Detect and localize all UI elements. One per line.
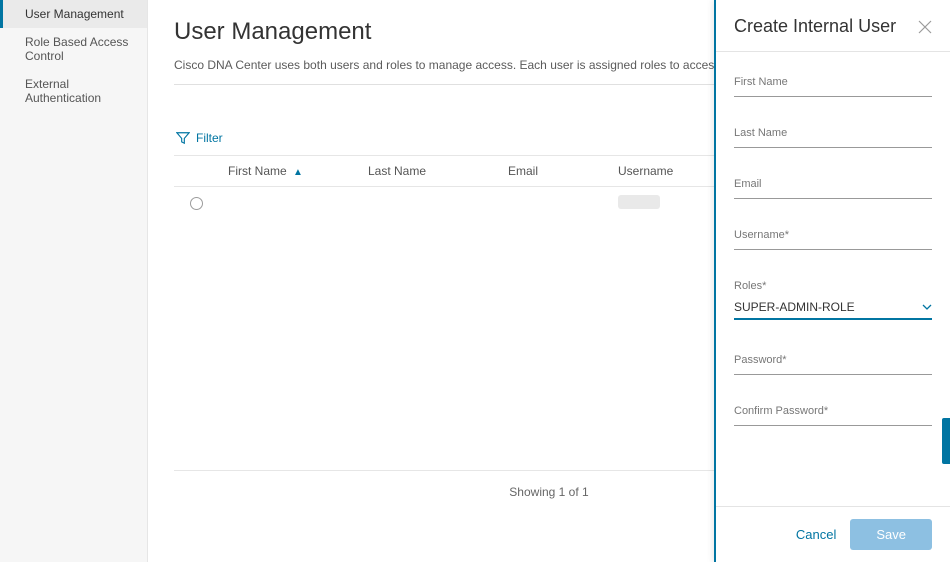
first-name-input[interactable] [734, 76, 932, 97]
drawer-title: Create Internal User [734, 16, 896, 37]
column-header-last-name[interactable]: Last Name [358, 156, 498, 186]
sidebar-item-external-auth[interactable]: External Authentication [0, 70, 147, 112]
create-user-drawer: Create Internal User First Name Last Nam… [714, 0, 950, 562]
roles-select[interactable]: SUPER-ADMIN-ROLE [734, 298, 932, 320]
close-icon[interactable] [918, 20, 932, 34]
last-name-input[interactable] [734, 127, 932, 148]
cell-username [608, 187, 728, 220]
roles-label: Roles* [734, 280, 932, 292]
column-header-first-name[interactable]: First Name ▲ [218, 156, 358, 186]
filter-label: Filter [196, 131, 223, 145]
filter-icon [176, 131, 190, 145]
save-button[interactable]: Save [850, 519, 932, 550]
column-header-username[interactable]: Username [608, 156, 728, 186]
cell-email [498, 196, 608, 212]
confirm-password-input[interactable] [734, 405, 932, 426]
email-input[interactable] [734, 178, 932, 199]
cell-first-name [218, 196, 358, 212]
cancel-button[interactable]: Cancel [796, 527, 836, 542]
column-header-first-name-label: First Name [228, 164, 287, 178]
roles-select-value: SUPER-ADMIN-ROLE [734, 300, 855, 314]
username-input[interactable] [734, 229, 932, 250]
sidebar: User Management Role Based Access Contro… [0, 0, 148, 562]
redacted-value [618, 195, 660, 209]
chevron-down-icon [922, 302, 932, 312]
column-header-email[interactable]: Email [498, 156, 608, 186]
sort-asc-icon: ▲ [293, 167, 303, 178]
feedback-handle[interactable] [942, 418, 950, 464]
password-input[interactable] [734, 354, 932, 375]
sidebar-item-rbac[interactable]: Role Based Access Control [0, 28, 147, 70]
row-select-radio[interactable] [190, 197, 203, 210]
cell-last-name [358, 196, 498, 212]
sidebar-item-user-management[interactable]: User Management [0, 0, 147, 28]
